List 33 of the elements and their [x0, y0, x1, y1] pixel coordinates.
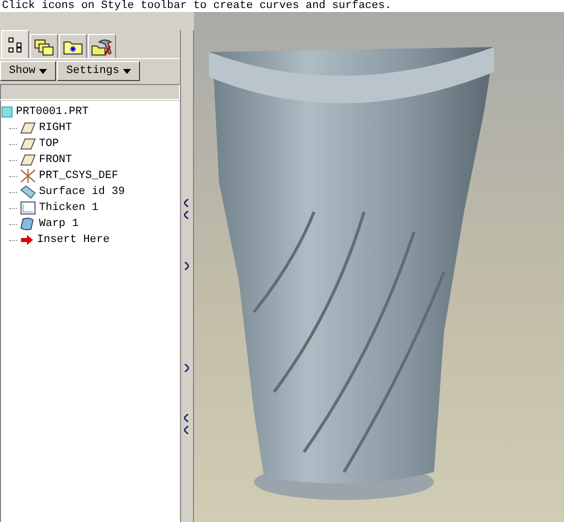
- surface-icon: [20, 185, 36, 199]
- caret-icon: [123, 68, 132, 74]
- folders-icon: [34, 38, 54, 56]
- tree-item[interactable]: Thicken 1: [39, 202, 98, 214]
- panel-tab[interactable]: [1, 30, 29, 58]
- tools-icon: [91, 38, 113, 56]
- tree-item[interactable]: TOP: [39, 138, 59, 150]
- tree-icon: [8, 36, 22, 52]
- status-message: Click icons on Style toolbar to create curves and surfaces.: [2, 0, 392, 12]
- tree-item[interactable]: FRONT: [39, 154, 72, 166]
- axes-icon: [20, 169, 36, 183]
- arrow-icon: [20, 234, 34, 246]
- chevron-icon[interactable]: [184, 364, 189, 372]
- panel-tab[interactable]: [59, 34, 87, 58]
- plane-icon: [20, 138, 36, 150]
- cube-icon: [1, 106, 13, 118]
- warp-icon: [20, 217, 36, 231]
- tree-item[interactable]: RIGHT: [39, 122, 72, 134]
- thicken-icon: [20, 201, 36, 215]
- tree-item[interactable]: Insert Here: [37, 234, 110, 246]
- plane-icon: [20, 122, 36, 134]
- chevron-icon[interactable]: [184, 262, 189, 270]
- caret-icon: [39, 68, 48, 74]
- panel-tab[interactable]: [30, 34, 58, 58]
- tree-item[interactable]: PRT_CSYS_DEF: [39, 170, 118, 182]
- folder-icon: [63, 38, 83, 54]
- panel-tab[interactable]: [88, 34, 116, 58]
- plane-icon: [20, 154, 36, 166]
- menu-button[interactable]: Show: [0, 61, 56, 81]
- tree-item[interactable]: Surface id 39: [39, 186, 125, 198]
- tree-item[interactable]: Warp 1: [39, 218, 79, 230]
- tree-item[interactable]: PRT0001.PRT: [16, 106, 89, 118]
- menu-button[interactable]: Settings: [57, 61, 140, 81]
